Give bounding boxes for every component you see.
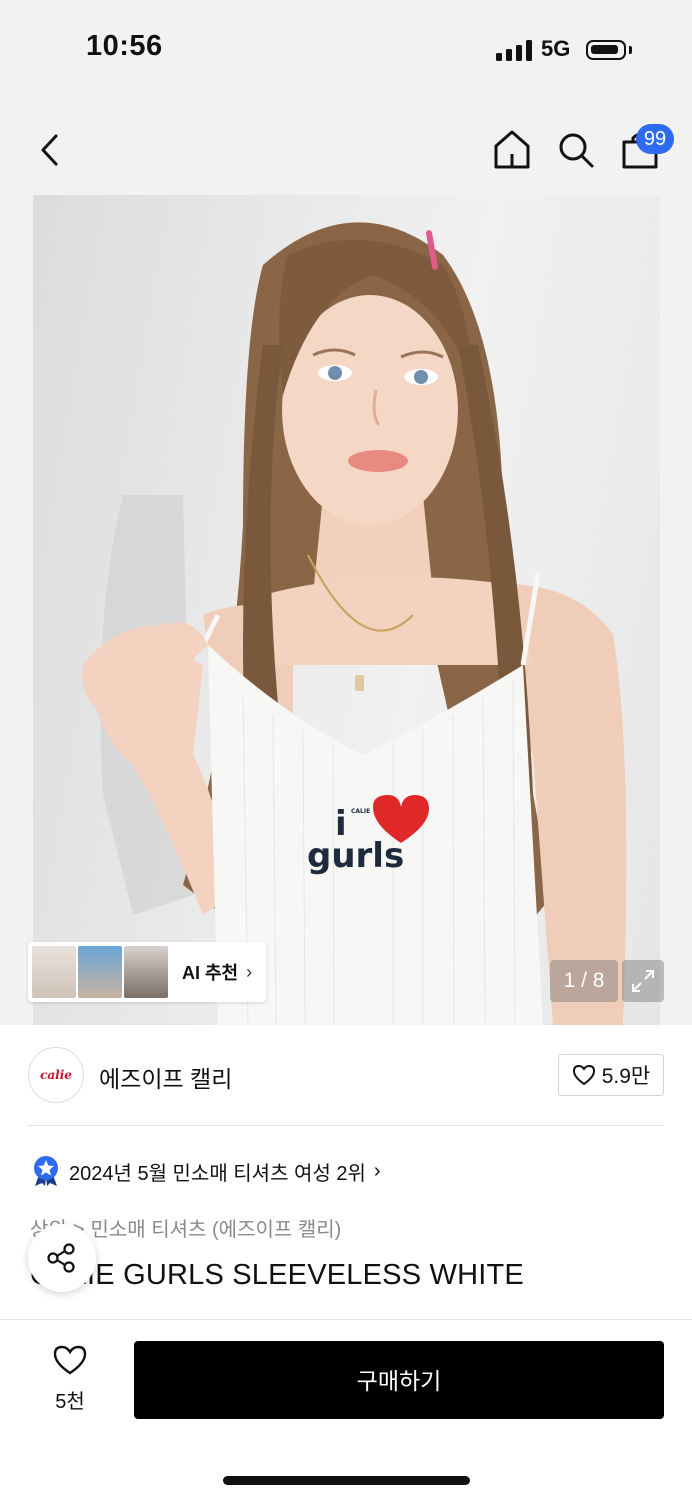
section-divider: [28, 1125, 664, 1126]
search-icon[interactable]: [556, 130, 596, 170]
chevron-right-icon: ›: [246, 961, 253, 982]
wishlist-count: 5천: [55, 1391, 85, 1413]
rank-medal-icon: [34, 1156, 58, 1186]
network-label: 5G: [541, 36, 571, 61]
image-counter: 1 / 8: [550, 960, 618, 1002]
chevron-right-icon: ›: [373, 1159, 381, 1182]
breadcrumb-subcategory[interactable]: 민소매 티셔츠 (에즈이프 캘리): [91, 1219, 342, 1241]
product-image[interactable]: i CALIE gurls: [33, 195, 660, 1025]
ranking-link[interactable]: 2024년 5월 민소매 티셔츠 여성 2위 ›: [33, 1155, 381, 1187]
brand-like-count: 5.9만: [601, 1065, 651, 1088]
back-icon[interactable]: [36, 130, 66, 170]
home-icon[interactable]: [492, 128, 532, 170]
share-icon: [47, 1243, 75, 1273]
print-heart-text: CALIE: [351, 808, 370, 815]
battery-tip: [629, 46, 632, 54]
print-gurls-text: gurls: [307, 836, 404, 876]
ai-thumb-3: [124, 946, 168, 998]
signal-icon: [496, 40, 532, 61]
heart-outline-icon: [572, 1064, 595, 1086]
brand-name[interactable]: 에즈이프 캘리: [99, 1060, 232, 1094]
heart-outline-icon: [53, 1345, 87, 1375]
product-detail-page: 10:56 5G 99 i CALIE gurls AI 추천 › 1 / 8 …: [0, 0, 692, 1500]
brand-logo-text: calie: [40, 1068, 72, 1082]
home-indicator: [223, 1476, 470, 1485]
expand-button[interactable]: [622, 960, 664, 1002]
expand-icon: [632, 970, 654, 992]
buy-button[interactable]: 구매하기: [134, 1341, 664, 1419]
wishlist-button[interactable]: 5천: [40, 1344, 100, 1414]
model-illustration: i CALIE gurls: [82, 222, 627, 1025]
cart-count-badge: 99: [636, 124, 674, 154]
bottom-bar-divider: [0, 1319, 692, 1320]
ai-recommend-chip[interactable]: AI 추천 ›: [28, 942, 266, 1002]
ai-recommend-label: AI 추천: [182, 963, 239, 983]
ai-thumb-1: [32, 946, 76, 998]
brand-like-button[interactable]: 5.9만: [558, 1054, 664, 1096]
brand-logo[interactable]: calie: [28, 1047, 84, 1103]
ai-thumb-2: [78, 946, 122, 998]
ranking-text: 2024년 5월 민소매 티셔츠 여성 2위: [69, 1162, 366, 1185]
share-button[interactable]: [28, 1224, 96, 1292]
product-title: CALIE GURLS SLEEVELESS WHITE: [30, 1259, 524, 1291]
status-time: 10:56: [86, 30, 163, 62]
battery-icon: [586, 40, 626, 60]
